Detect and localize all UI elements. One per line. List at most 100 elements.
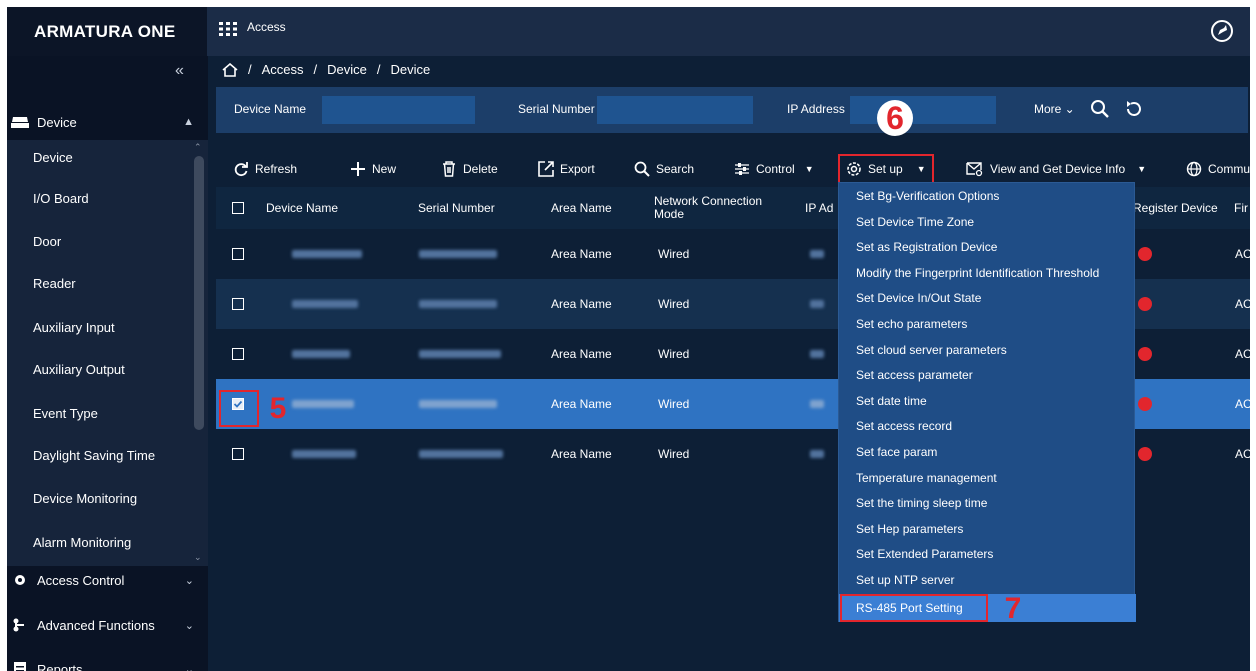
breadcrumb-access[interactable]: Access	[262, 62, 304, 77]
select-all-checkbox[interactable]	[232, 202, 244, 214]
control-button[interactable]: Control ▼	[734, 151, 814, 187]
menu-item-date-time[interactable]: Set date time	[839, 388, 1136, 414]
setup-dropdown-menu: Set Bg-Verification Options Set Device T…	[838, 182, 1136, 622]
menu-item-extended-parameters[interactable]: Set Extended Parameters	[839, 541, 1136, 567]
app-module-title: Access	[247, 20, 286, 34]
search-label: Search	[656, 162, 695, 176]
breadcrumb-device[interactable]: Device	[327, 62, 367, 77]
menu-item-hep-parameters[interactable]: Set Hep parameters	[839, 516, 1136, 542]
menu-item-in-out-state[interactable]: Set Device In/Out State	[839, 285, 1136, 311]
menu-item-face-param[interactable]: Set face param	[839, 439, 1136, 465]
export-button[interactable]: Export	[538, 151, 595, 187]
home-icon[interactable]	[222, 62, 238, 77]
scroll-up-icon[interactable]: ⌃	[194, 142, 202, 153]
step-callout-7: 7	[1004, 592, 1022, 625]
row-checkbox[interactable]	[232, 448, 244, 460]
sidebar-group-label: Device	[37, 114, 77, 130]
column-firmware[interactable]: Fir	[1234, 187, 1248, 229]
sidebar-group-access-control[interactable]: Access Control ⌄	[7, 565, 208, 595]
breadcrumb-separator: /	[313, 62, 318, 77]
chevron-down-icon: ⌄	[184, 663, 194, 671]
menu-item-set-registration-device[interactable]: Set as Registration Device	[839, 234, 1136, 260]
sidebar-item-event-type[interactable]: Event Type	[33, 406, 98, 421]
new-button[interactable]: New	[350, 151, 396, 187]
serial-number-cell	[419, 279, 497, 329]
collapse-sidebar-button[interactable]: «	[175, 62, 184, 80]
area-name-cell: Area Name	[551, 397, 612, 411]
delete-label: Delete	[463, 162, 498, 176]
apps-grid-icon[interactable]	[219, 22, 237, 36]
export-label: Export	[560, 162, 595, 176]
sidebar-group-advanced-functions[interactable]: Advanced Functions ⌄	[7, 610, 208, 640]
sidebar-group-device[interactable]: Device ▲	[7, 99, 208, 145]
menu-item-fingerprint-threshold[interactable]: Modify the Fingerprint Identification Th…	[839, 260, 1136, 286]
row-checkbox[interactable]	[232, 248, 244, 260]
sidebar-item-alarm-monitoring[interactable]: Alarm Monitoring	[33, 535, 131, 550]
chevron-down-icon: ⌄	[184, 619, 194, 632]
breadcrumb: / Access / Device / Device	[222, 62, 430, 77]
serial-number-input[interactable]	[597, 96, 753, 124]
sidebar-item-auxiliary-input[interactable]: Auxiliary Input	[33, 320, 115, 335]
menu-item-ntp-server[interactable]: Set up NTP server	[839, 567, 1136, 593]
search-button[interactable]: Search	[634, 151, 694, 187]
search-icon[interactable]	[1090, 99, 1110, 119]
app-window: ARMATURA ONE Access « Device ▲ Device I/…	[0, 0, 1256, 671]
sidebar-item-door[interactable]: Door	[33, 234, 61, 249]
area-name-cell: Area Name	[551, 247, 612, 261]
setup-button[interactable]: Set up ▼	[838, 154, 934, 184]
menu-item-temperature[interactable]: Temperature management	[839, 465, 1136, 491]
row-checkbox[interactable]	[232, 348, 244, 360]
refresh-button[interactable]: Refresh	[233, 151, 297, 187]
gear-icon	[15, 575, 25, 585]
menu-item-set-bg-verification[interactable]: Set Bg-Verification Options	[839, 183, 1136, 209]
error-icon	[1138, 347, 1152, 361]
sidebar-group-label: Advanced Functions	[37, 617, 155, 633]
export-icon	[538, 161, 554, 177]
row-checkbox[interactable]	[232, 298, 244, 310]
device-name-cell	[292, 229, 362, 279]
navigate-icon[interactable]	[1210, 19, 1234, 43]
menu-item-echo-parameters[interactable]: Set echo parameters	[839, 311, 1136, 337]
filter-bar: Device Name Serial Number IP Address Mor…	[216, 87, 1248, 133]
sidebar-item-io-board[interactable]: I/O Board	[33, 191, 89, 206]
menu-item-set-time-zone[interactable]: Set Device Time Zone	[839, 209, 1136, 235]
menu-item-cloud-server[interactable]: Set cloud server parameters	[839, 337, 1136, 363]
column-network-connection-mode[interactable]: Network Connection Mode	[654, 187, 794, 229]
column-ip-address[interactable]: IP Ad	[805, 187, 833, 229]
column-device-name[interactable]: Device Name	[266, 187, 338, 229]
more-filters-button[interactable]: More ⌄	[1034, 102, 1075, 116]
network-mode-cell: Wired	[658, 347, 690, 361]
sidebar-item-daylight-saving-time[interactable]: Daylight Saving Time	[33, 448, 155, 463]
area-name-cell: Area Name	[551, 297, 612, 311]
serial-number-cell	[419, 429, 503, 479]
menu-item-sleep-time[interactable]: Set the timing sleep time	[839, 490, 1136, 516]
column-register-device[interactable]: Register Device	[1133, 187, 1218, 229]
delete-button[interactable]: Delete	[441, 151, 498, 187]
step-callout-6: 6	[877, 100, 913, 136]
view-device-info-label: View and Get Device Info	[990, 162, 1126, 176]
firmware-cell: AC	[1235, 397, 1252, 411]
firmware-cell: AC	[1235, 247, 1252, 261]
rs485-highlight	[840, 594, 988, 622]
device-name-input[interactable]	[322, 96, 475, 124]
settings-icon	[847, 162, 861, 176]
ip-address-cell	[810, 379, 824, 429]
sidebar-item-reader[interactable]: Reader	[33, 276, 76, 291]
sidebar-group-reports[interactable]: Reports ⌄	[7, 654, 208, 671]
ip-address-input[interactable]	[850, 96, 996, 124]
menu-item-access-record[interactable]: Set access record	[839, 413, 1136, 439]
sidebar-item-auxiliary-output[interactable]: Auxiliary Output	[33, 362, 125, 377]
ip-address-cell	[810, 229, 824, 279]
sidebar-item-device[interactable]: Device	[33, 150, 73, 165]
column-area-name[interactable]: Area Name	[551, 187, 612, 229]
column-serial-number[interactable]: Serial Number	[418, 187, 495, 229]
sidebar-scrollbar[interactable]	[194, 156, 204, 430]
sidebar-item-device-monitoring[interactable]: Device Monitoring	[33, 491, 137, 506]
scroll-down-icon[interactable]: ⌄	[194, 552, 202, 563]
menu-item-access-parameter[interactable]: Set access parameter	[839, 362, 1136, 388]
search-icon	[634, 161, 650, 177]
communication-button[interactable]: Communi	[1186, 151, 1256, 187]
serial-number-cell	[419, 329, 501, 379]
refresh-label: Refresh	[255, 162, 298, 176]
reset-icon[interactable]	[1124, 99, 1144, 119]
